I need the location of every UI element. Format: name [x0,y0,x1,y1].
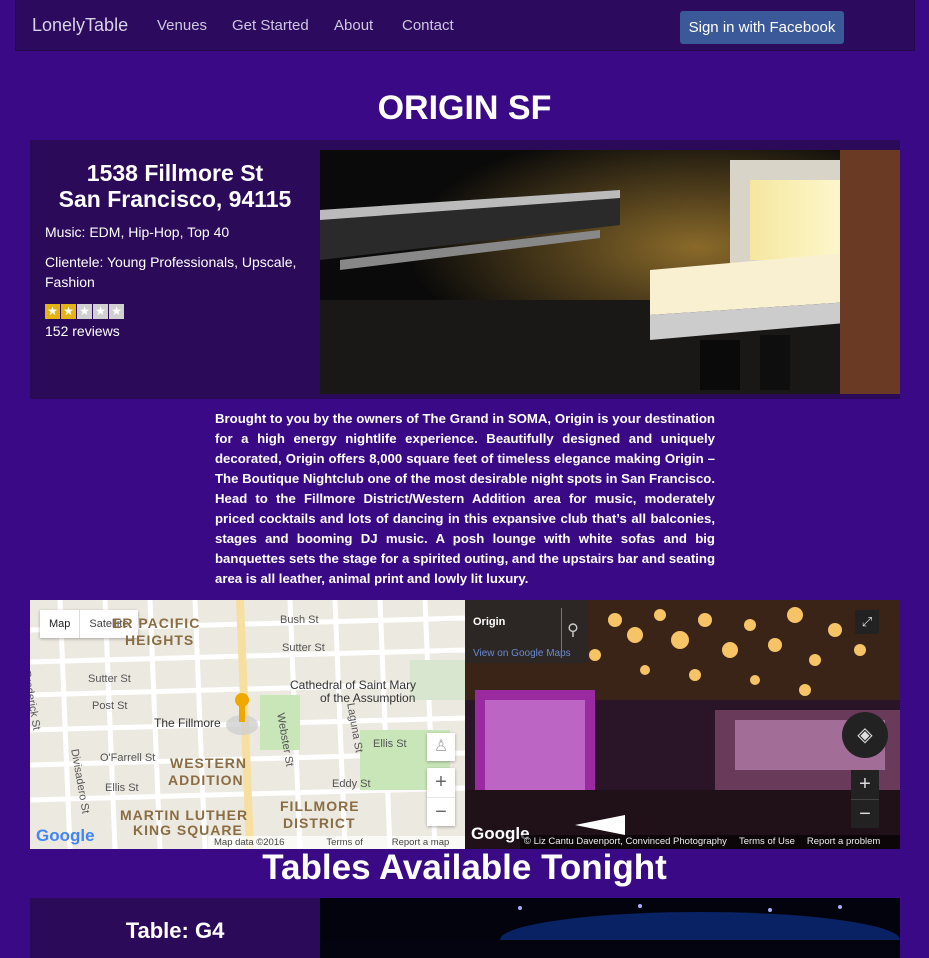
streetview-terms-link[interactable]: Terms of Use [739,835,795,849]
compass-icon[interactable]: ◈ [842,712,888,758]
streetview-place-name: Origin [473,616,506,628]
nav-about[interactable]: About [334,17,373,34]
map-label: Ellis St [105,782,139,794]
venue-title: ORIGIN SF [377,89,552,127]
venue-photo [320,150,900,394]
map-label: Sutter St [282,642,325,654]
navbar: LonelyTable Venues Get Started About Con… [15,0,915,51]
streetview-zoom-in-button[interactable]: + [851,770,879,800]
streetview-report-link[interactable]: Report a problem [807,835,880,849]
nav-get-started[interactable]: Get Started [232,17,309,34]
map-label: Bush St [280,614,319,626]
star-icon: ★ [77,304,92,319]
map-type-map[interactable]: Map [40,610,79,638]
brand-logo[interactable]: LonelyTable [32,15,128,36]
venue-clientele: Clientele: Young Professionals, Upscale,… [45,254,297,290]
streetview-zoom-out-button[interactable]: − [851,800,879,828]
district-label: ADDITION [168,772,244,788]
address-line-2: San Francisco, 94115 [58,186,292,212]
nav-venues[interactable]: Venues [157,17,207,34]
streetview-footer: © Liz Cantu Davenport, Convinced Photogr… [520,835,900,849]
map-zoom-in-button[interactable]: + [427,768,455,798]
star-icon: ★ [93,304,108,319]
tables-heading: Tables Available Tonight [262,848,667,887]
location-pin-icon[interactable]: ⚲ [561,608,584,654]
map-label: Eddy St [332,778,371,790]
fullscreen-icon[interactable]: ⤢ [855,610,879,634]
map-label: Ellis St [373,738,407,750]
district-label: WESTERN [170,755,247,771]
venue-address: 1538 Fillmore St San Francisco, 94115 [30,160,320,212]
star-icon: ★ [45,304,60,319]
map-zoom-out-button[interactable]: − [427,798,455,826]
star-icon: ★ [109,304,124,319]
table-card: Table: G4 [30,898,900,958]
star-icon: ★ [61,304,76,319]
venue-info-panel: 1538 Fillmore St San Francisco, 94115 Mu… [30,140,900,399]
google-logo[interactable]: Google [36,826,95,846]
map-label: O'Farrell St [100,752,156,764]
streetview-zoom-control: + − [851,770,879,828]
address-line-1: 1538 Fillmore St [86,160,264,186]
district-label: FILLMORE [280,798,360,814]
street-view[interactable]: Origin View on Google Maps ⚲ ⤢ ◈ + − Goo… [465,600,900,849]
map-label: Sutter St [88,673,131,685]
venue-description: Brought to you by the owners of The Gran… [215,411,715,586]
streetview-maps-link[interactable]: View on Google Maps [473,648,571,659]
district-label: MARTIN LUTHER [120,807,249,823]
map-zoom-control: + − [427,768,455,826]
review-count[interactable]: 152 reviews [45,323,120,339]
facebook-login-button[interactable]: Sign in with Facebook [680,11,844,44]
google-map[interactable]: Map Satellite ER PACIFIC HEIGHTS Bush St… [30,600,465,849]
rating-stars: ★ ★ ★ ★ ★ [45,304,124,319]
map-label: The Fillmore [154,716,221,730]
map-label: of the Assumption [320,691,416,705]
map-label: ER PACIFIC [112,615,201,631]
table-photo [320,898,900,958]
pegman-icon[interactable]: ♙ [427,733,455,761]
table-name: Table: G4 [125,918,225,943]
streetview-place-card: Origin View on Google Maps ⚲ [465,600,587,663]
map-label: Cathedral of Saint Mary [290,678,417,692]
map-label: HEIGHTS [125,632,195,648]
streetview-attribution: © Liz Cantu Davenport, Convinced Photogr… [524,836,727,847]
nav-contact[interactable]: Contact [402,17,454,34]
venue-music: Music: EDM, Hip-Hop, Top 40 [45,224,230,240]
map-label: Post St [92,700,128,712]
district-label: DISTRICT [283,815,356,831]
